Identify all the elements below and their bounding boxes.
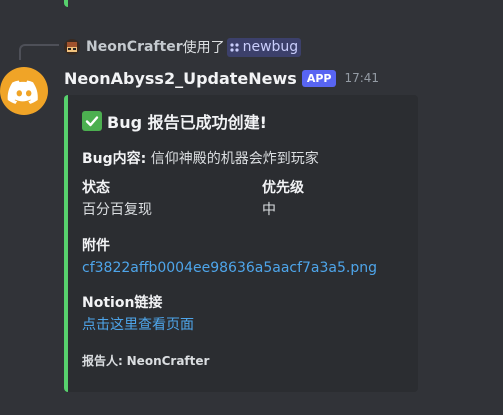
footer-reporter: NeonCrafter <box>126 354 210 368</box>
field-priority: 优先级 中 <box>262 178 304 220</box>
message-header: NeonAbyss2_UpdateNews APP 17:41 <box>64 66 379 90</box>
bug-report-embed: Bug 报告已成功创建! Bug内容: 信仰神殿的机器会炸到玩家 状态 百分百复… <box>64 95 418 392</box>
message-timestamp[interactable]: 17:41 <box>344 71 379 85</box>
command-icon <box>230 42 239 52</box>
reply-user-avatar[interactable] <box>64 39 80 55</box>
description-value: 信仰神殿的机器会炸到玩家 <box>150 151 319 167</box>
app-badge: APP <box>301 69 337 87</box>
bot-avatar[interactable] <box>0 67 48 115</box>
field-priority-name: 优先级 <box>262 180 304 196</box>
field-attachment: 附件 cf3822affb0004ee98636a5aacf7a3a5.png <box>82 236 377 278</box>
embed-title: Bug 报告已成功创建! <box>107 113 267 132</box>
footer-label: 报告人: <box>82 354 123 368</box>
reply-connector-line <box>19 44 59 60</box>
embed-title-row: Bug 报告已成功创建! <box>82 109 267 133</box>
attachment-link[interactable]: cf3822affb0004ee98636a5aacf7a3a5.png <box>82 258 377 278</box>
notion-page-link[interactable]: 点击这里查看页面 <box>82 315 194 335</box>
field-attachment-name: 附件 <box>82 238 110 254</box>
chat-view: NeonCrafter 使用了 newbug NeonAbyss2_Update… <box>0 0 503 415</box>
reply-used-text: 使用了 <box>182 40 225 56</box>
field-priority-value: 中 <box>262 202 276 218</box>
field-status: 状态 百分百复现 <box>82 178 152 220</box>
description-label: Bug内容: <box>82 151 147 167</box>
field-status-value: 百分百复现 <box>82 202 152 218</box>
field-notion-name: Notion链接 <box>82 295 163 311</box>
slash-command-pill[interactable]: newbug <box>226 37 302 57</box>
previous-embed-accent-bar <box>64 0 68 7</box>
command-reply-context[interactable]: NeonCrafter 使用了 newbug <box>64 37 302 57</box>
reply-username[interactable]: NeonCrafter <box>86 39 183 55</box>
check-mark-icon <box>82 111 102 131</box>
discord-logo-icon <box>7 80 38 104</box>
field-status-name: 状态 <box>82 180 110 196</box>
embed-footer: 报告人: NeonCrafter <box>82 352 209 369</box>
author-name[interactable]: NeonAbyss2_UpdateNews <box>64 69 297 88</box>
embed-description: Bug内容: 信仰神殿的机器会炸到玩家 <box>82 148 319 168</box>
command-name: newbug <box>242 39 299 55</box>
field-notion: Notion链接 点击这里查看页面 <box>82 293 194 335</box>
